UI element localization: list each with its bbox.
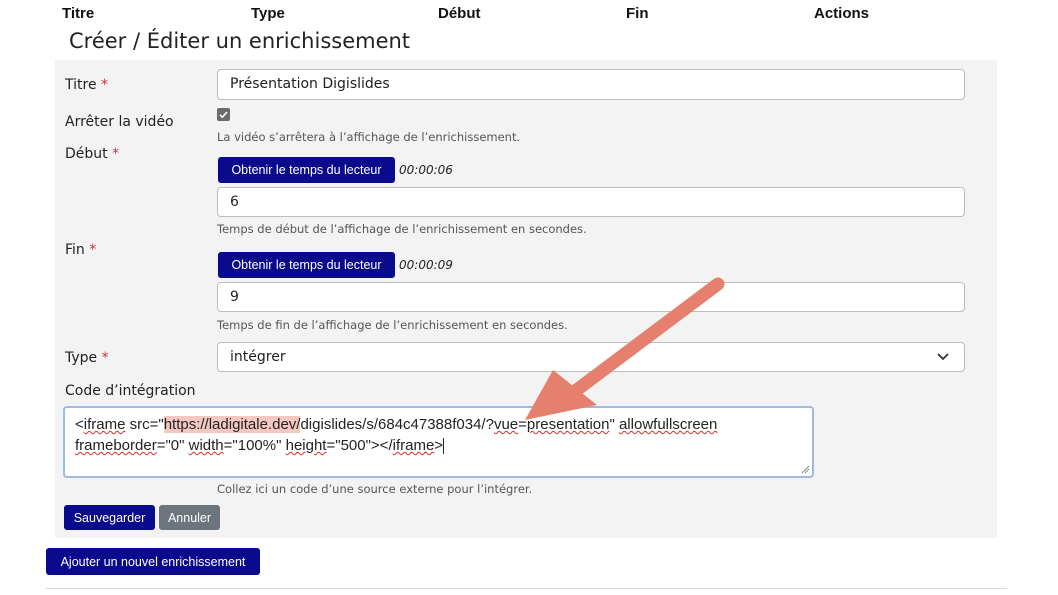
column-header-type: Type <box>251 5 285 22</box>
embed-code-segment: vue <box>493 416 519 433</box>
embed-code-segment: frameborder <box>75 437 157 454</box>
embed-code-url-highlight: https://ladigitale.dev/ <box>163 416 301 433</box>
embed-code-segment: = <box>518 416 527 433</box>
embed-code-segment: src=" <box>125 416 164 433</box>
type-select-value: intégrer <box>230 349 286 365</box>
text-cursor <box>443 438 445 455</box>
column-header-actions: Actions <box>814 5 870 22</box>
end-time-display: 00:00:09 <box>399 258 453 272</box>
embed-code-segment: allowfullscreen <box>618 416 718 433</box>
save-button[interactable]: Sauvegarder <box>64 505 155 530</box>
type-label-text: Type <box>65 350 98 366</box>
embed-code-segment: ="0" <box>156 437 189 454</box>
embed-code-segment: ="500"></ <box>326 437 393 454</box>
embed-code-segment: height <box>285 437 327 454</box>
required-marker: * <box>101 350 109 366</box>
end-seconds-input[interactable]: 9 <box>217 282 965 312</box>
column-header-end: Fin <box>626 5 649 22</box>
type-label: Type * <box>65 350 109 366</box>
embed-code-segment: width <box>188 437 224 454</box>
embed-code-segment: ="100%" <box>223 437 286 454</box>
resize-handle-icon[interactable] <box>801 465 810 474</box>
required-marker: * <box>89 242 97 258</box>
stop-video-label: Arrêter la vidéo <box>65 114 174 130</box>
start-help: Temps de début de l’affichage de l’enric… <box>217 222 587 236</box>
type-select[interactable]: intégrer <box>217 342 965 372</box>
stop-video-checkbox[interactable] <box>217 108 230 121</box>
title-input[interactable]: Présentation Digislides <box>217 69 965 100</box>
form-heading: Créer / Éditer un enrichissement <box>69 29 411 53</box>
start-seconds-input[interactable]: 6 <box>217 187 965 217</box>
embed-code-segment: " <box>609 416 619 433</box>
embed-code-segment: > <box>434 437 444 454</box>
end-label: Fin * <box>65 242 96 258</box>
embed-code-help: Collez ici un code d’une source externe … <box>217 482 533 496</box>
end-help: Temps de fin de l’affichage de l’enrichi… <box>217 318 568 332</box>
stop-video-help: La vidéo s’arrêtera à l’affichage de l’e… <box>217 130 521 144</box>
title-label: Titre * <box>65 77 108 93</box>
embed-code-textarea[interactable]: <iframe src="https://ladigitale.dev/digi… <box>63 406 814 478</box>
column-header-start: Début <box>438 5 481 22</box>
cancel-button[interactable]: Annuler <box>159 505 220 530</box>
required-marker: * <box>101 77 109 93</box>
embed-code-segment: iframe <box>83 416 126 433</box>
start-time-display: 00:00:06 <box>399 163 453 177</box>
divider <box>46 588 1007 589</box>
embed-code-segment: presentation <box>526 416 610 433</box>
chevron-down-icon <box>937 353 949 361</box>
start-label: Début * <box>65 146 119 162</box>
column-header-title: Titre <box>62 5 95 22</box>
end-label-text: Fin <box>65 242 85 258</box>
embed-code-segment: digislides/s/684c47388f034/? <box>300 416 494 433</box>
get-end-time-button[interactable]: Obtenir le temps du lecteur <box>218 252 395 278</box>
required-marker: * <box>112 146 120 162</box>
embed-code-segment: < <box>75 416 84 433</box>
title-label-text: Titre <box>65 77 97 93</box>
start-label-text: Début <box>65 146 108 162</box>
get-start-time-button[interactable]: Obtenir le temps du lecteur <box>218 157 395 183</box>
embed-code-label: Code d’intégration <box>65 383 196 399</box>
embed-code-segment: iframe <box>392 437 435 454</box>
check-icon <box>219 111 228 119</box>
add-enrichment-button[interactable]: Ajouter un nouvel enrichissement <box>46 548 260 575</box>
